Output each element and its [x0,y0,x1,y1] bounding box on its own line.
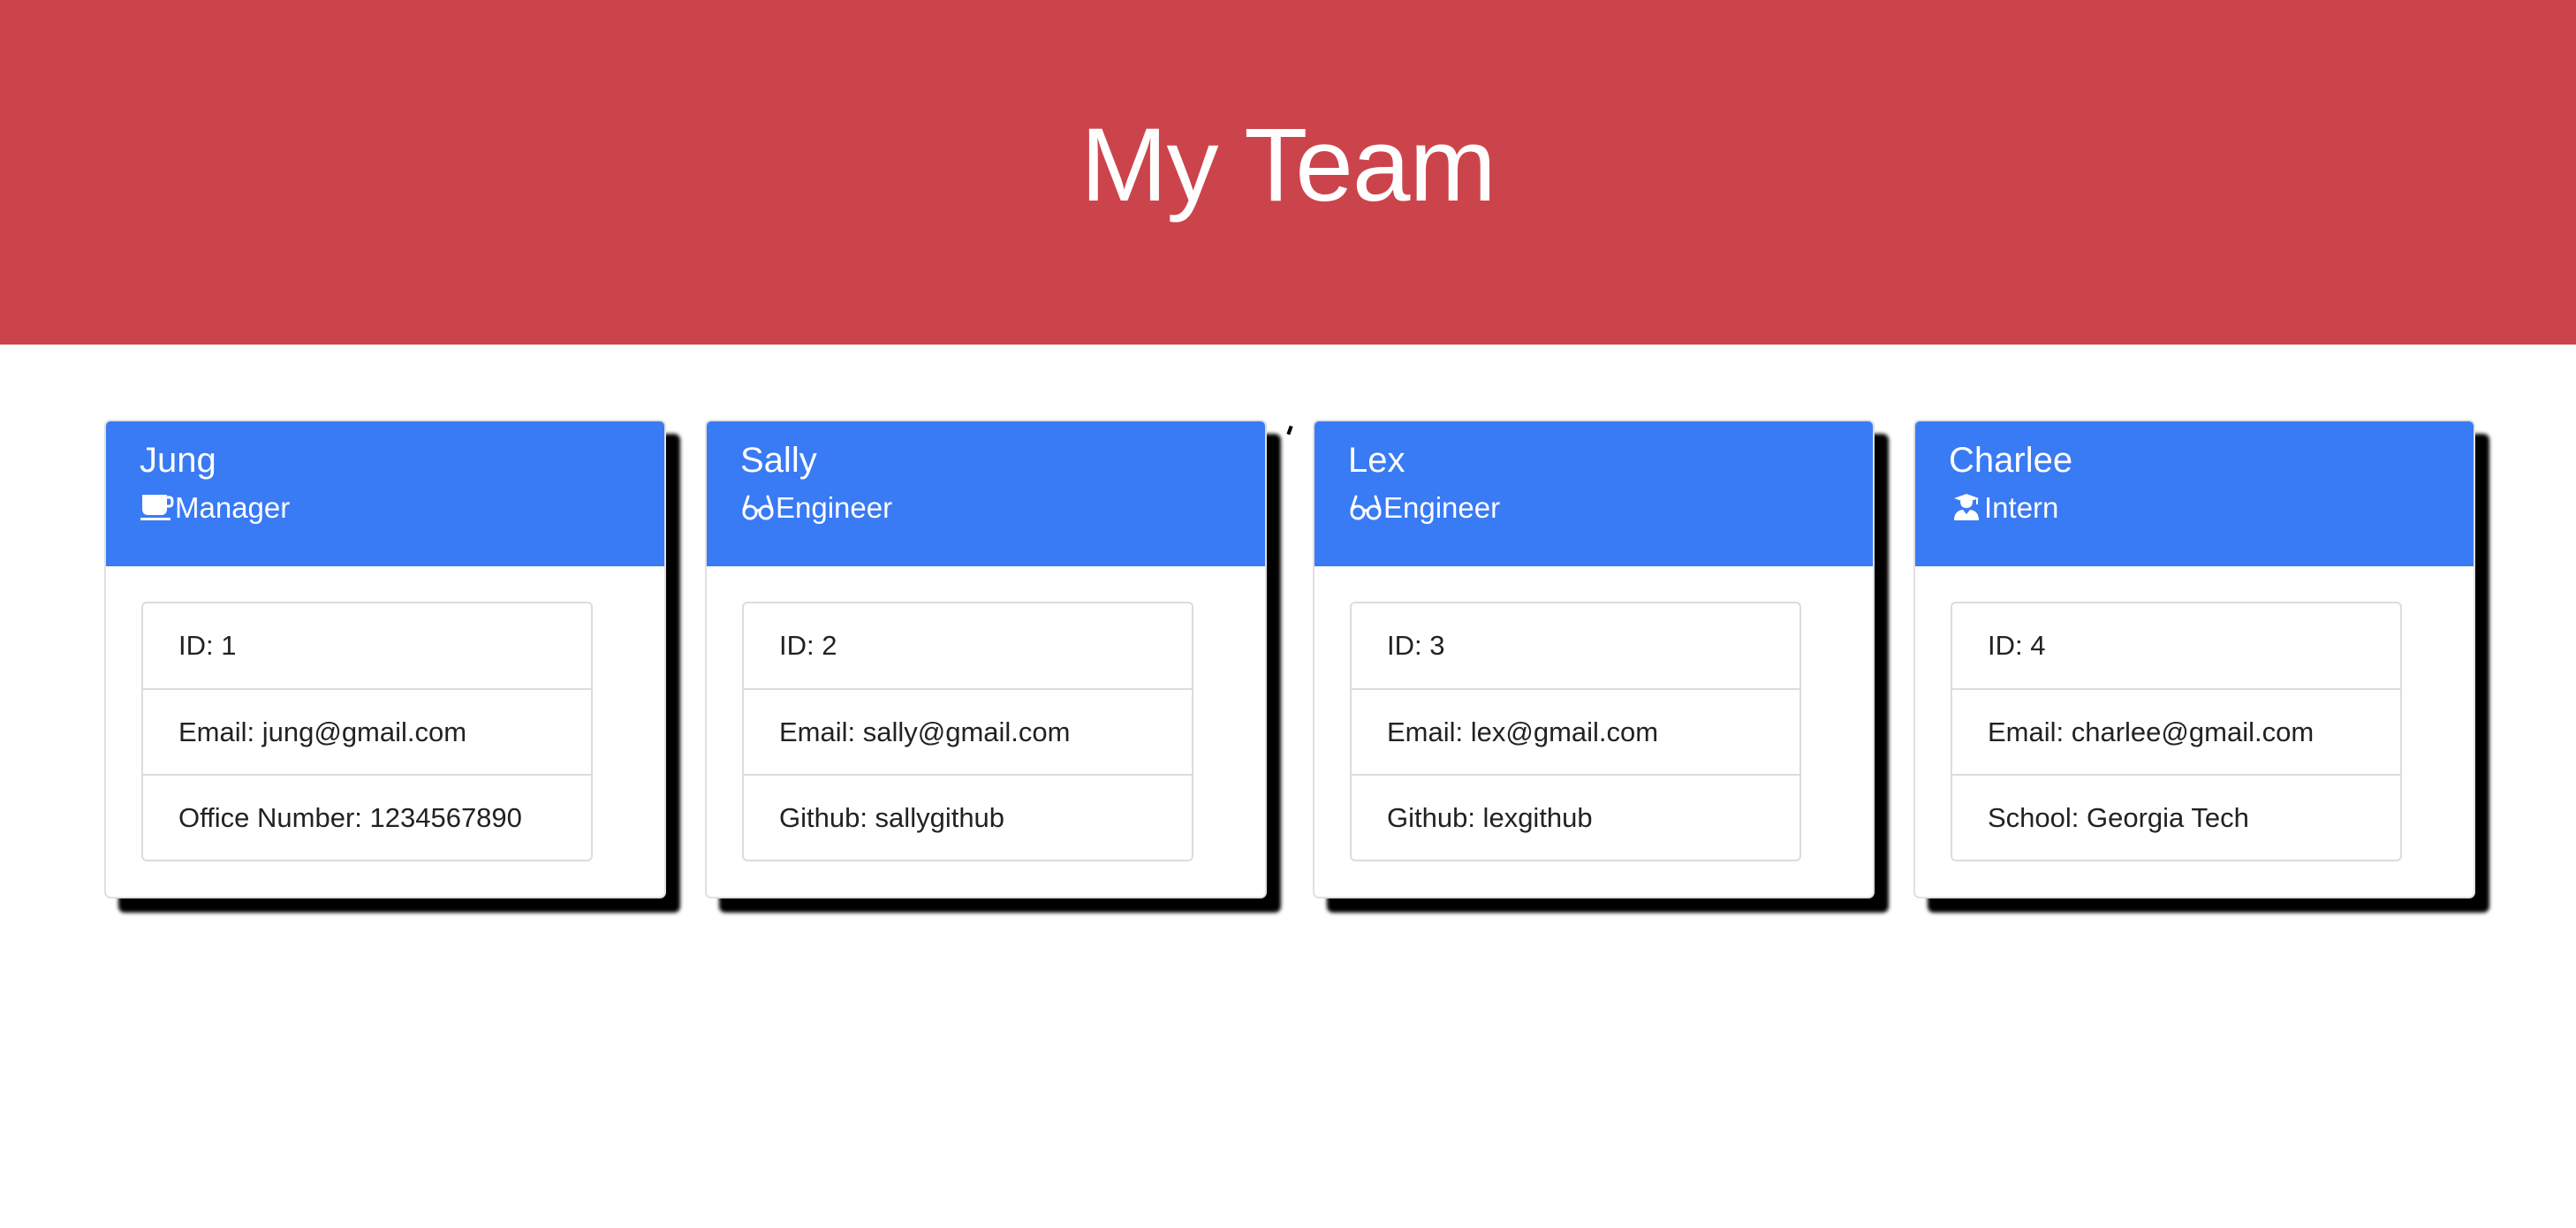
employee-card-jung: Jung Manager ID: 1 Email: jung@gmail.com… [104,420,666,898]
employee-card-sally: Sally Engineer ID: 2 Email: sally@gmail.… [705,420,1267,898]
list-item-id: ID: 4 [1988,630,2046,661]
list-item-github[interactable]: Github: sallygithub [744,774,1192,860]
list-item-id: ID: 3 [1387,630,1445,661]
list-item-school: School: Georgia Tech [1952,774,2400,860]
employee-role: Intern [1949,492,2474,522]
employee-role: Manager [140,492,664,522]
page-header: My Team [0,0,2576,345]
employee-details-list: ID: 2 Email: sally@gmail.com Github: sal… [742,602,1193,861]
graduate-icon [1949,492,1984,522]
employee-name: Sally [740,441,817,480]
list-item-id: ID: 2 [779,630,837,661]
glasses-icon [1348,492,1383,522]
glasses-icon [740,492,776,522]
list-item-id: ID: 1 [178,630,237,661]
mug-icon [140,492,175,522]
list-item-office-number: Office Number: 1234567890 [143,774,591,860]
employee-details-list: ID: 4 Email: charlee@gmail.com School: G… [1951,602,2402,861]
card-header: Jung Manager [106,421,664,566]
employee-role: Engineer [1348,492,1873,522]
stray-mark [1286,425,1293,436]
card-header: Lex Engineer [1315,421,1873,566]
role-label: Manager [175,490,291,524]
list-item-email[interactable]: Email: sally@gmail.com [744,688,1192,774]
list-item-email[interactable]: Email: jung@gmail.com [143,688,591,774]
employee-name: Jung [140,441,216,480]
employee-name: Charlee [1949,441,2073,480]
page-title: My Team [1080,107,1496,224]
role-label: Engineer [776,490,893,524]
list-item-github[interactable]: Github: lexgithub [1352,774,1799,860]
list-item-email[interactable]: Email: lex@gmail.com [1352,688,1799,774]
employee-role: Engineer [740,492,1265,522]
employee-details-list: ID: 3 Email: lex@gmail.com Github: lexgi… [1350,602,1801,861]
card-header: Charlee Intern [1915,421,2474,566]
card-header: Sally Engineer [707,421,1265,566]
employee-card-lex: Lex Engineer ID: 3 Email: lex@gmail.com … [1313,420,1875,898]
employee-name: Lex [1348,441,1405,480]
role-label: Intern [1984,490,2059,524]
list-item-email[interactable]: Email: charlee@gmail.com [1952,688,2400,774]
employee-card-charlee: Charlee Intern ID: 4 Email: charlee@gmai… [1913,420,2475,898]
role-label: Engineer [1383,490,1501,524]
employee-details-list: ID: 1 Email: jung@gmail.com Office Numbe… [141,602,593,861]
